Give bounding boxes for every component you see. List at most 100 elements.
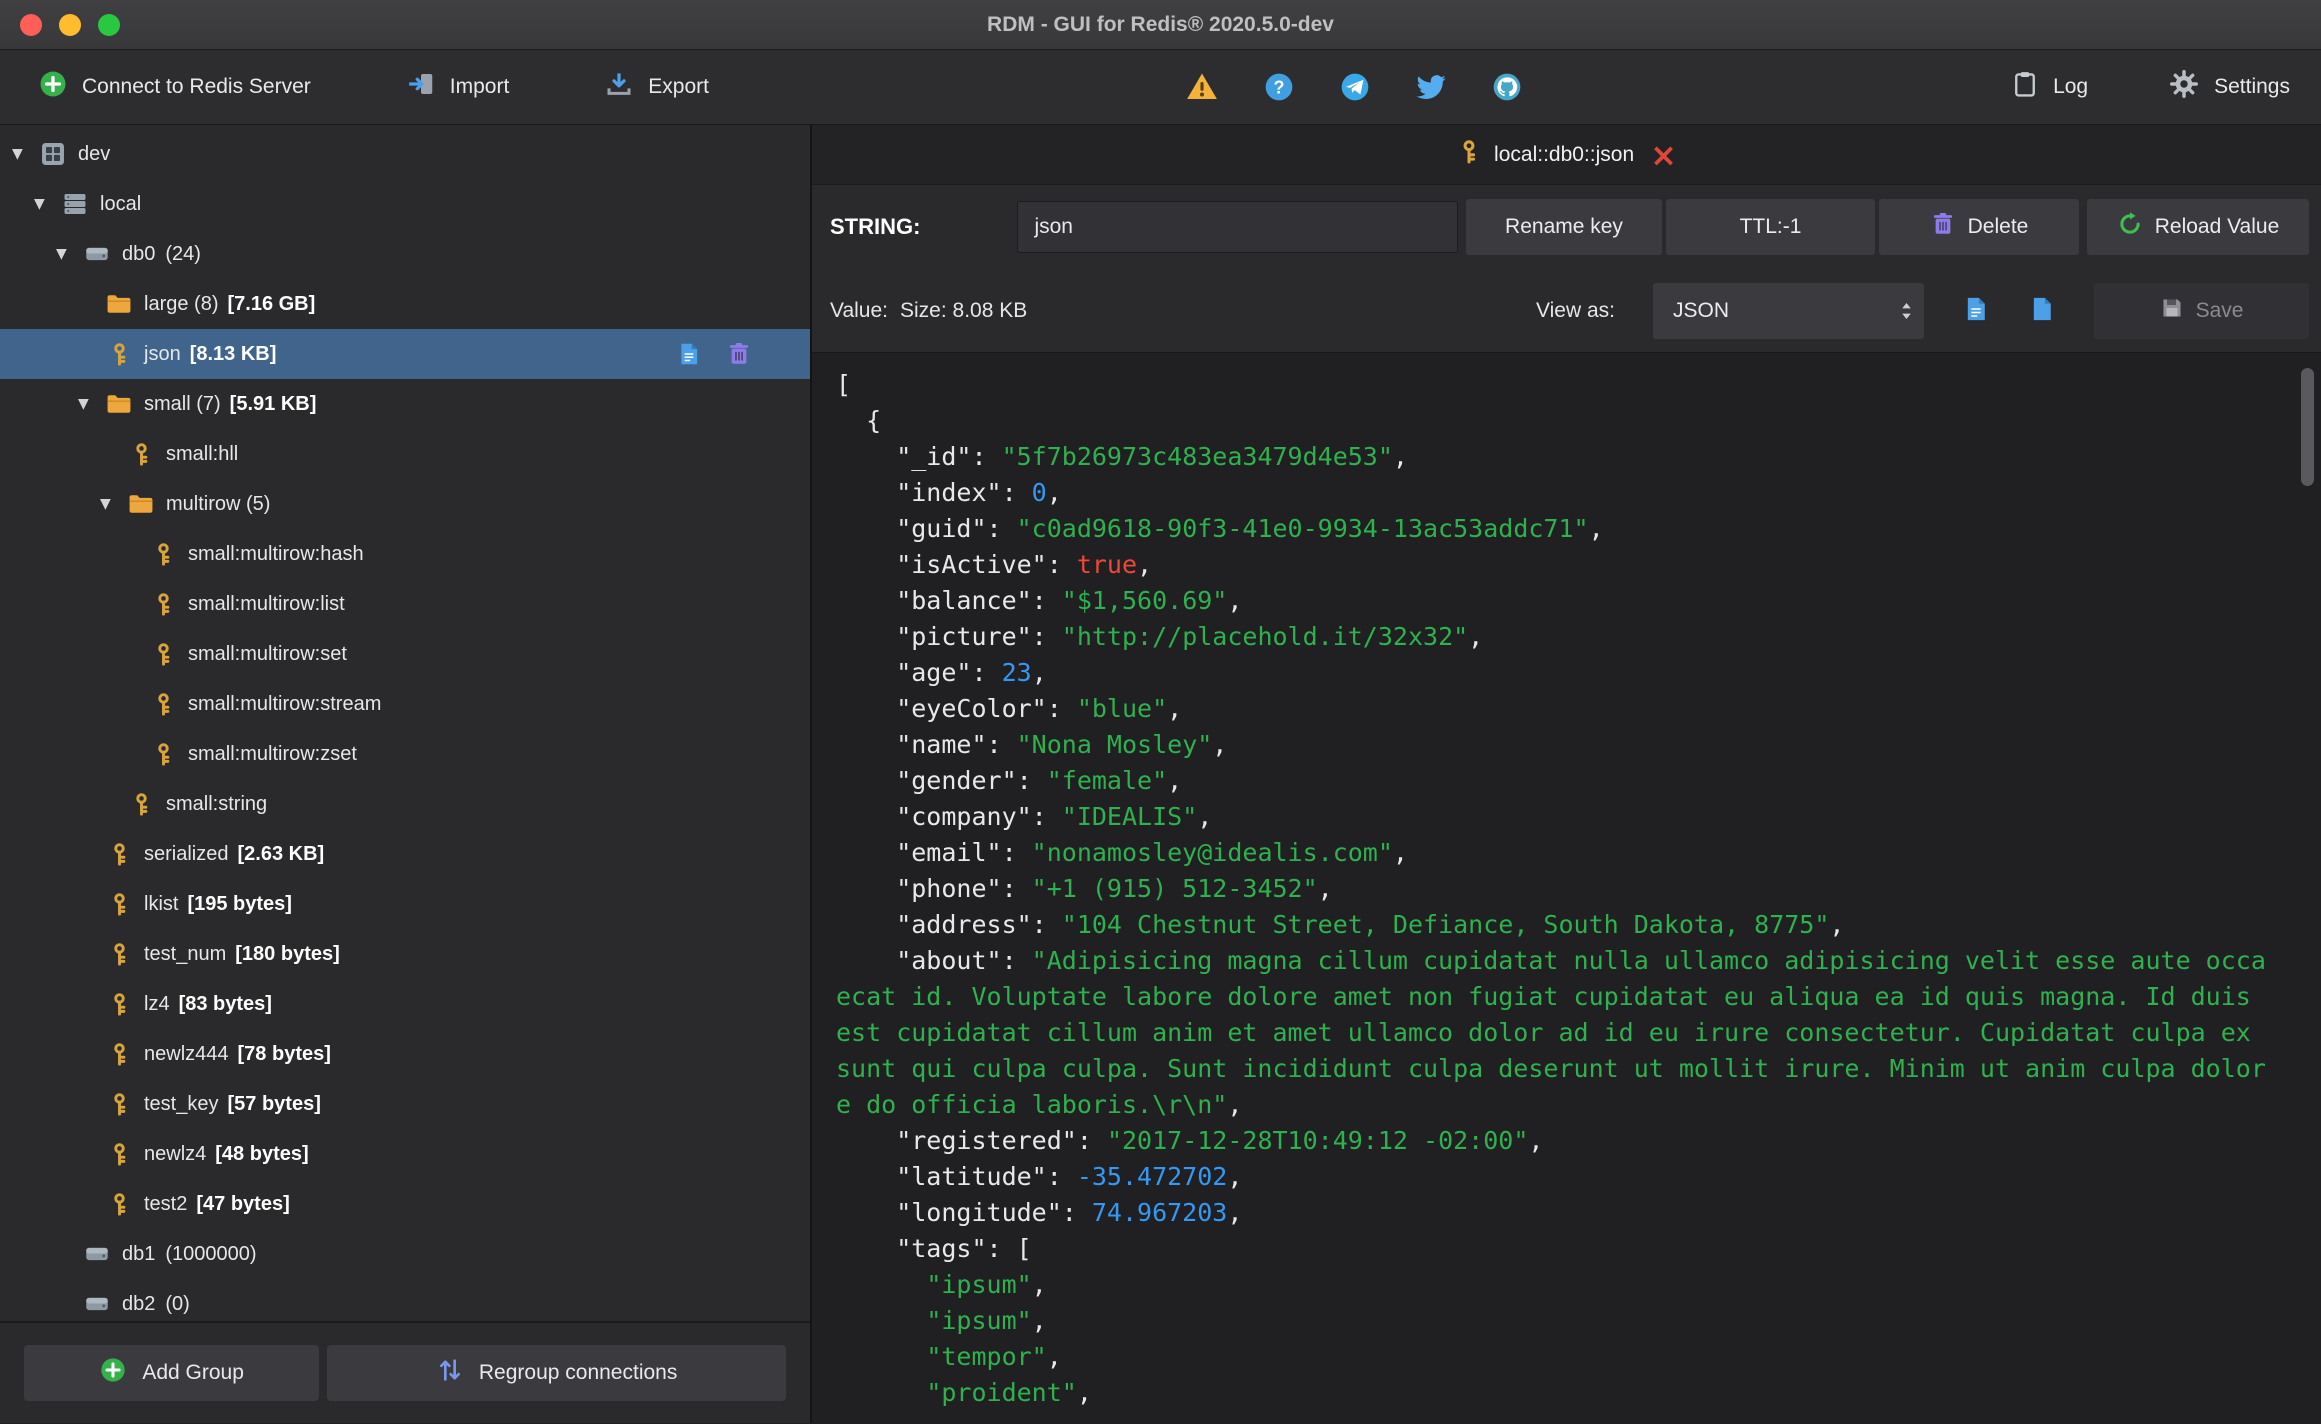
tree-item[interactable]: small:string bbox=[0, 779, 810, 829]
delete-key-button[interactable]: Delete bbox=[1879, 199, 2079, 255]
view-value-as-text-button[interactable] bbox=[2028, 295, 2056, 326]
tree-item[interactable]: test_key [57 bytes] bbox=[0, 1079, 810, 1129]
tab-local-db0-json[interactable]: local::db0::json × bbox=[1456, 139, 1677, 171]
tree-item[interactable]: newlz444 [78 bytes] bbox=[0, 1029, 810, 1079]
code-line: sunt qui culpa culpa. Sunt incididunt cu… bbox=[836, 1054, 2266, 1083]
tree-item[interactable]: small:multirow:zset bbox=[0, 729, 810, 779]
connect-to-server-button[interactable]: Connect to Redis Server bbox=[38, 69, 311, 105]
chevron-updown-icon bbox=[1899, 298, 1914, 324]
tree-item[interactable]: ▼ multirow (5) bbox=[0, 479, 810, 529]
import-button[interactable]: Import bbox=[406, 69, 509, 105]
tree-item[interactable]: db2 (0) bbox=[0, 1279, 810, 1321]
close-tab-icon[interactable]: × bbox=[1650, 139, 1677, 171]
code-line: "phone": "+1 (915) 512-3452", bbox=[836, 874, 1333, 903]
tree-item[interactable]: lz4 [83 bytes] bbox=[0, 979, 810, 1029]
save-value-button[interactable]: Save bbox=[2094, 282, 2309, 339]
key-icon bbox=[148, 639, 178, 669]
tree-item-size: [57 bytes] bbox=[227, 1092, 321, 1115]
expand-arrow-icon[interactable]: ▼ bbox=[78, 396, 104, 412]
tree-item[interactable]: small:multirow:list bbox=[0, 579, 810, 629]
tree-item-size: [180 bytes] bbox=[235, 942, 340, 965]
tabbar: local::db0::json × bbox=[812, 125, 2321, 185]
tree-item[interactable]: db1 (1000000) bbox=[0, 1229, 810, 1279]
key-icon bbox=[126, 789, 156, 819]
log-button[interactable]: Log bbox=[2011, 70, 2088, 104]
tree-item[interactable]: ▼ small (7) [5.91 KB] bbox=[0, 379, 810, 429]
value-editor[interactable]: [ { "_id": "5f7b26973c483ea3479d4e53", "… bbox=[812, 353, 2321, 1423]
key-icon bbox=[148, 739, 178, 769]
expand-arrow-icon[interactable]: ▼ bbox=[56, 246, 82, 262]
reload-value-button[interactable]: Reload Value bbox=[2087, 199, 2309, 255]
add-group-button[interactable]: Add Group bbox=[24, 1345, 320, 1401]
tree-item[interactable]: small:multirow:stream bbox=[0, 679, 810, 729]
tree-item[interactable]: test2 [47 bytes] bbox=[0, 1179, 810, 1229]
document-icon bbox=[2028, 295, 2056, 326]
edit-key-icon[interactable] bbox=[676, 341, 702, 367]
zoom-window-button[interactable] bbox=[98, 14, 120, 36]
database-icon bbox=[82, 1289, 112, 1319]
gear-icon bbox=[2168, 68, 2200, 106]
editor-scrollbar[interactable] bbox=[2301, 368, 2314, 486]
tree-item-size: [47 bytes] bbox=[196, 1192, 290, 1215]
connection-icon bbox=[38, 139, 68, 169]
minimize-window-button[interactable] bbox=[59, 14, 81, 36]
tree-item[interactable]: json [8.13 KB] bbox=[0, 329, 810, 379]
expand-arrow-icon[interactable]: ▼ bbox=[34, 196, 60, 212]
expand-arrow-icon[interactable]: ▼ bbox=[100, 496, 126, 512]
reload-label: Reload Value bbox=[2154, 215, 2280, 238]
code-line: "eyeColor": "blue", bbox=[836, 694, 1183, 723]
tree-item-label: small:multirow:zset bbox=[188, 742, 357, 765]
log-icon bbox=[2011, 70, 2039, 104]
tree-item[interactable]: newlz4 [48 bytes] bbox=[0, 1129, 810, 1179]
ttl-button[interactable]: TTL:-1 bbox=[1666, 199, 1875, 255]
tree-item-label: serialized bbox=[144, 842, 229, 865]
code-line: "isActive": true, bbox=[836, 550, 1153, 579]
github-icon[interactable] bbox=[1491, 71, 1523, 103]
code-line: "about": "Adipisicing magna cillum cupid… bbox=[836, 946, 2266, 975]
tree-item[interactable]: lkist [195 bytes] bbox=[0, 879, 810, 929]
close-window-button[interactable] bbox=[20, 14, 42, 36]
key-icon bbox=[148, 539, 178, 569]
key-icon bbox=[126, 439, 156, 469]
view-as-select[interactable]: JSON bbox=[1653, 282, 1924, 339]
value-label: Value: bbox=[830, 298, 888, 322]
tree-item[interactable]: large (8) [7.16 GB] bbox=[0, 279, 810, 329]
key-name-input[interactable] bbox=[1017, 201, 1459, 253]
tree-item[interactable]: small:hll bbox=[0, 429, 810, 479]
regroup-connections-button[interactable]: Regroup connections bbox=[327, 1345, 786, 1401]
open-value-in-editor-button[interactable] bbox=[1962, 295, 1990, 326]
export-button[interactable]: Export bbox=[604, 69, 709, 105]
telegram-icon[interactable] bbox=[1339, 71, 1371, 103]
tree-item[interactable]: serialized [2.63 KB] bbox=[0, 829, 810, 879]
key-controls-row: STRING: Rename key TTL:-1 Delete Reload … bbox=[812, 185, 2321, 269]
code-line: { bbox=[836, 406, 882, 435]
tree-item[interactable]: ▼ local bbox=[0, 179, 810, 229]
tree-item[interactable]: ▼ dev bbox=[0, 129, 810, 179]
value-controls-right: View as: JSON Save bbox=[1536, 282, 2309, 339]
code-line: "age": 23, bbox=[836, 658, 1047, 687]
tree-item-label: test_num bbox=[144, 942, 227, 965]
regroup-icon bbox=[436, 1356, 464, 1390]
json-code: [ { "_id": "5f7b26973c483ea3479d4e53", "… bbox=[836, 367, 2321, 1411]
delete-label: Delete bbox=[1967, 215, 2029, 238]
add-connection-icon bbox=[38, 69, 68, 105]
export-icon bbox=[604, 69, 634, 105]
twitter-icon[interactable] bbox=[1415, 71, 1447, 103]
tree-item[interactable]: ▼ db0 (24) bbox=[0, 229, 810, 279]
tree-item-label: multirow (5) bbox=[166, 492, 271, 515]
rename-key-button[interactable]: Rename key bbox=[1466, 199, 1662, 255]
tree-item-label: newlz444 bbox=[144, 1042, 229, 1065]
tree-item-size: [8.13 KB] bbox=[189, 342, 277, 365]
warning-icon[interactable] bbox=[1185, 70, 1219, 104]
help-icon[interactable]: ? bbox=[1263, 71, 1295, 103]
delete-key-icon[interactable] bbox=[726, 341, 752, 367]
settings-label: Settings bbox=[2214, 75, 2290, 98]
settings-button[interactable]: Settings bbox=[2168, 68, 2290, 106]
tree-item-size: [2.63 KB] bbox=[237, 842, 325, 865]
tree-item[interactable]: small:multirow:hash bbox=[0, 529, 810, 579]
tree-item-label: db1 bbox=[122, 1242, 156, 1265]
tree-item[interactable]: test_num [180 bytes] bbox=[0, 929, 810, 979]
expand-arrow-icon[interactable]: ▼ bbox=[12, 146, 38, 162]
tree-item[interactable]: small:multirow:set bbox=[0, 629, 810, 679]
server-icon bbox=[60, 189, 90, 219]
